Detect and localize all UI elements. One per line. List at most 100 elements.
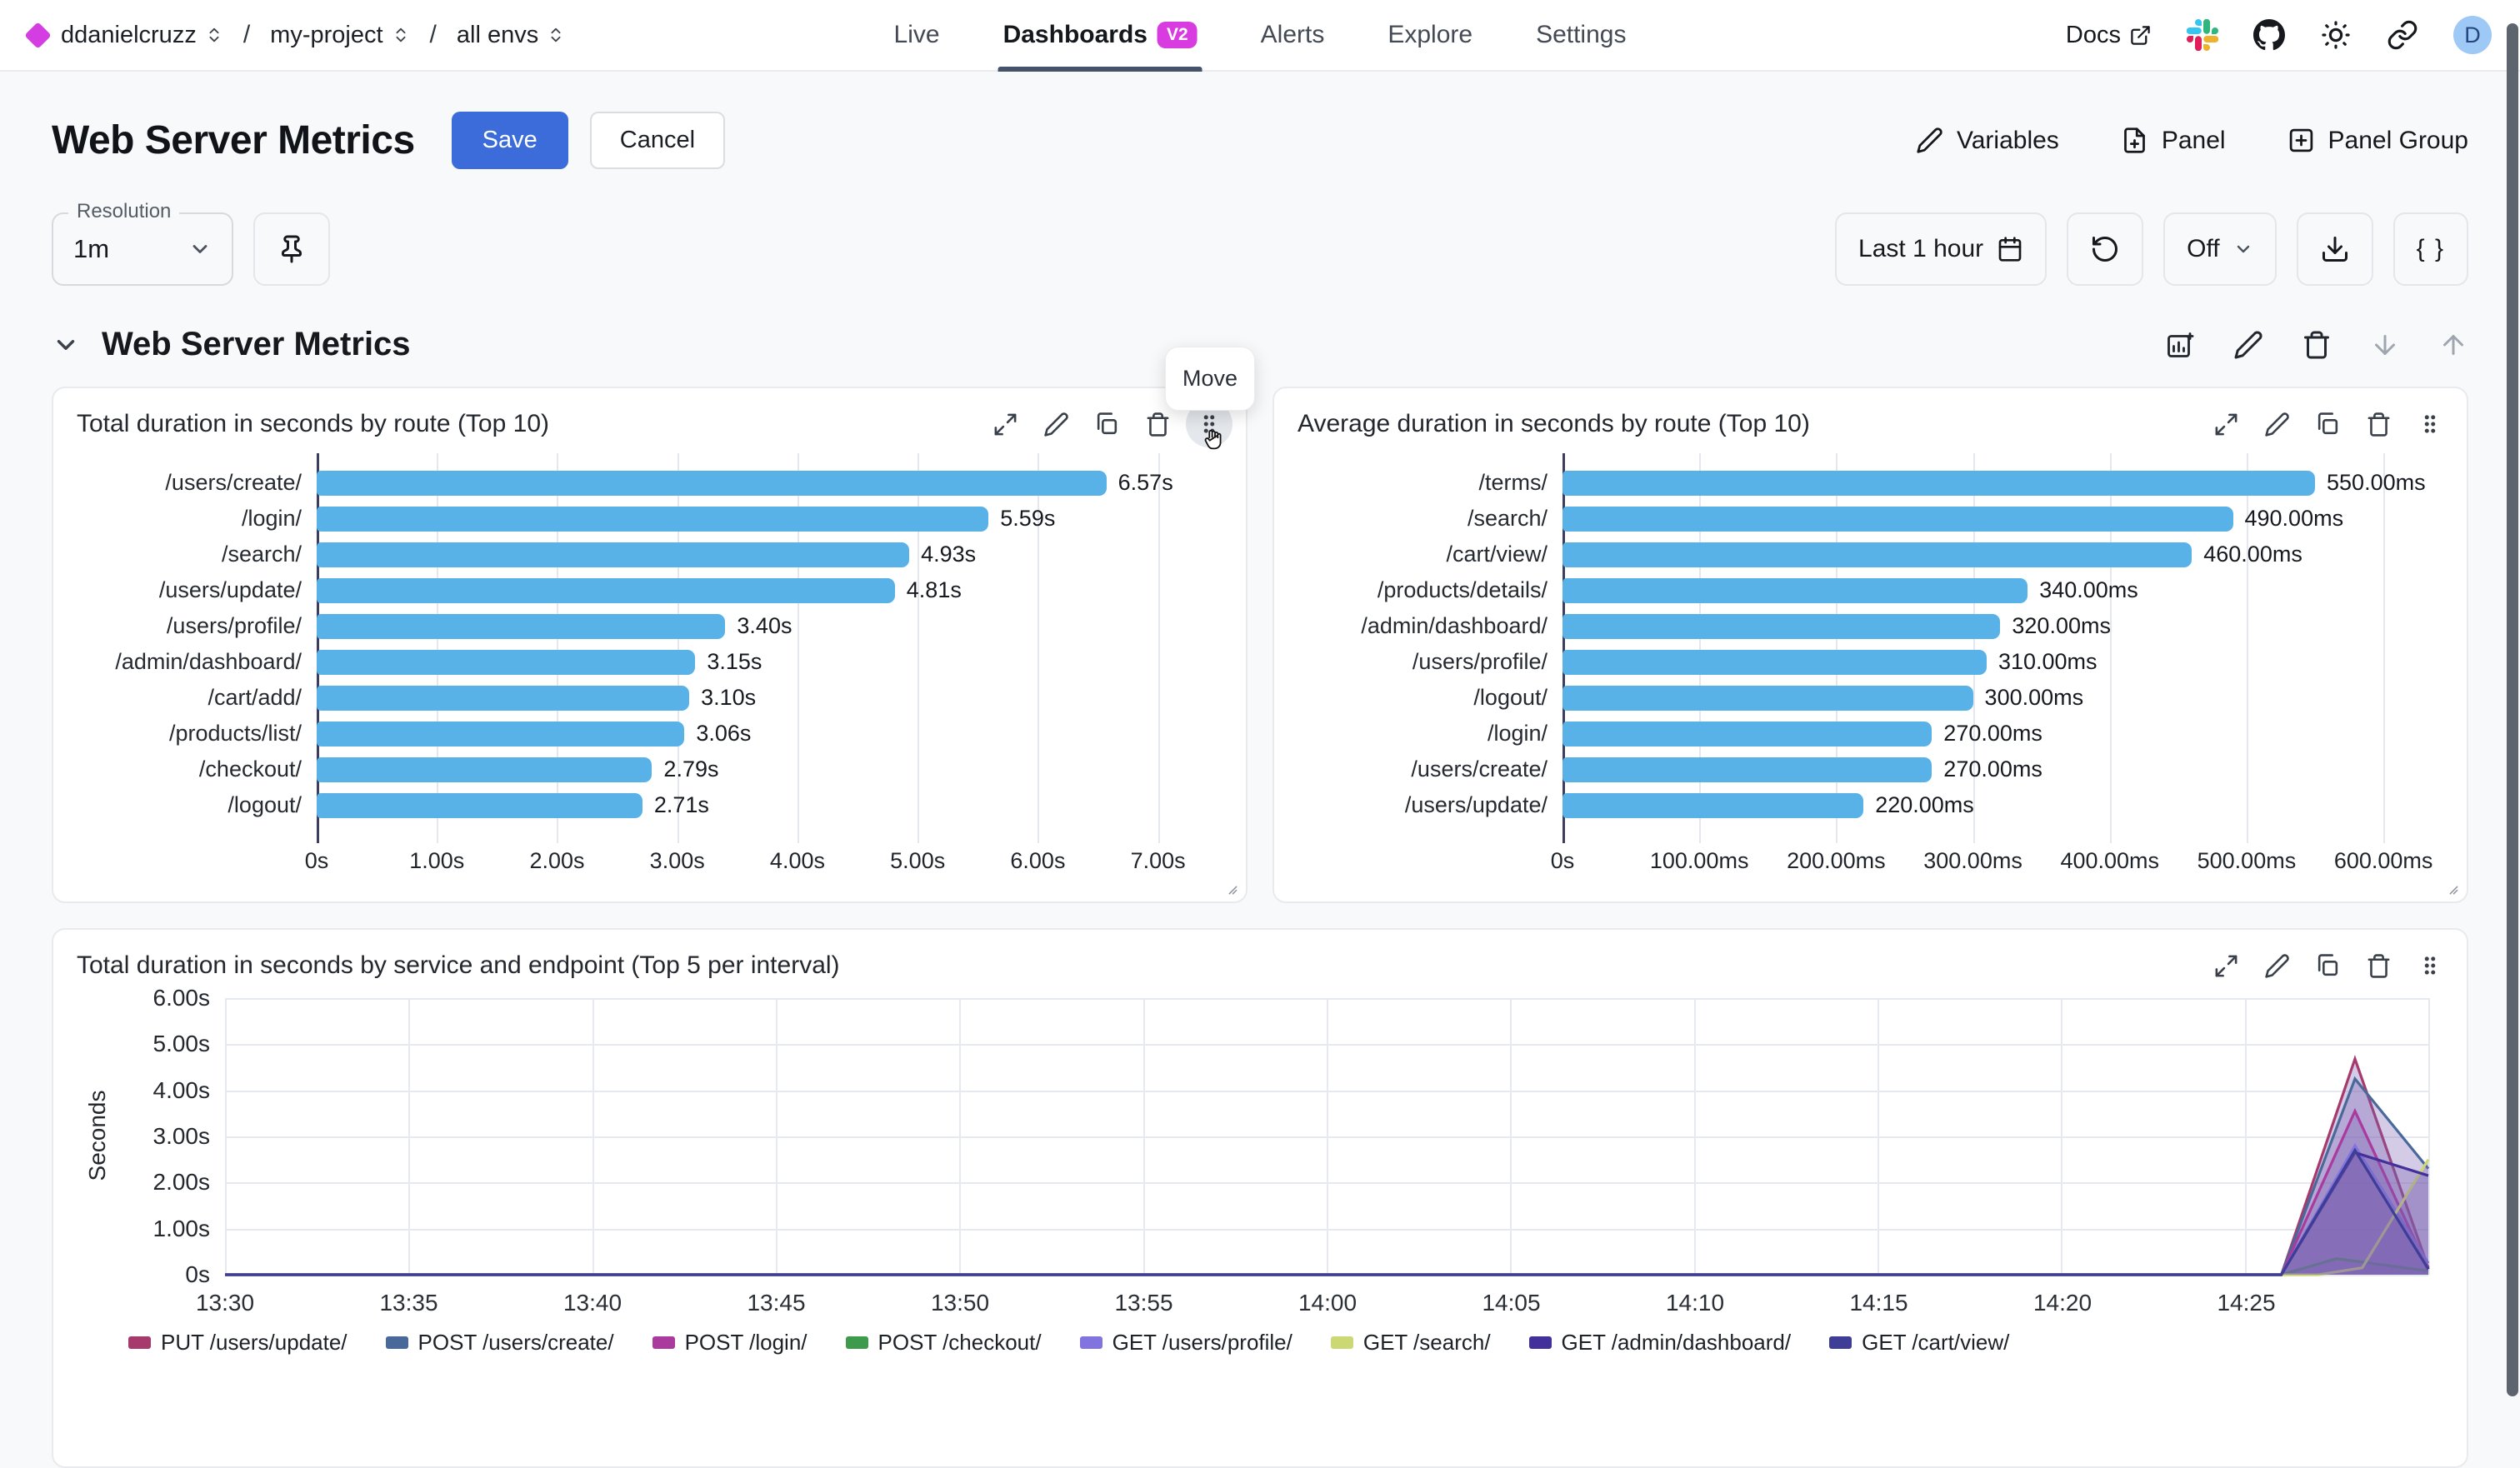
legend-item[interactable]: GET /cart/view/ bbox=[1829, 1330, 2009, 1356]
legend-item[interactable]: GET /search/ bbox=[1331, 1330, 1491, 1356]
legend-item[interactable]: POST /login/ bbox=[652, 1330, 808, 1356]
legend-item[interactable]: GET /admin/dashboard/ bbox=[1529, 1330, 1792, 1356]
tab-alerts[interactable]: Alerts bbox=[1256, 0, 1330, 70]
add-panel-group-button[interactable]: Panel Group bbox=[2288, 127, 2468, 155]
series-line-GET /users/profile/[interactable] bbox=[225, 1146, 2428, 1275]
legend-item[interactable]: POST /checkout/ bbox=[846, 1330, 1042, 1356]
series-line-GET /search/[interactable] bbox=[225, 1160, 2428, 1275]
code-button[interactable]: { } bbox=[2393, 212, 2468, 286]
bar[interactable] bbox=[1562, 471, 2315, 496]
bar[interactable] bbox=[1562, 757, 1932, 782]
breadcrumb-item-my-project[interactable]: my-project bbox=[270, 22, 409, 49]
pin-button[interactable] bbox=[253, 212, 330, 286]
duplicate-icon[interactable] bbox=[2315, 412, 2341, 437]
bar[interactable] bbox=[1562, 686, 1973, 711]
bar[interactable] bbox=[317, 542, 909, 567]
save-button[interactable]: Save bbox=[452, 112, 568, 169]
auto-refresh-select[interactable]: Off bbox=[2163, 212, 2276, 286]
series-line-POST /checkout/[interactable] bbox=[225, 1259, 2428, 1275]
bar[interactable] bbox=[1562, 507, 2233, 532]
series-area-POST /users/create/ bbox=[225, 1079, 2428, 1275]
bar[interactable] bbox=[317, 507, 988, 532]
bar[interactable] bbox=[1562, 578, 2028, 603]
series-line-GET /admin/dashboard/[interactable] bbox=[225, 1152, 2428, 1275]
docs-link[interactable]: Docs bbox=[2066, 22, 2152, 49]
drag-handle[interactable] bbox=[2407, 942, 2453, 989]
legend-item[interactable]: PUT /users/update/ bbox=[128, 1330, 348, 1356]
bar[interactable] bbox=[317, 578, 895, 603]
avatar[interactable]: D bbox=[2453, 16, 2492, 54]
edit-icon[interactable] bbox=[2264, 953, 2290, 979]
legend-item[interactable]: GET /users/profile/ bbox=[1080, 1330, 1292, 1356]
series-line-POST /login/[interactable] bbox=[225, 1111, 2428, 1275]
cancel-button[interactable]: Cancel bbox=[590, 112, 725, 169]
bar[interactable] bbox=[317, 757, 652, 782]
legend-label: PUT /users/update/ bbox=[161, 1330, 348, 1356]
bar-chart-total-duration: /users/create/6.57s/login/5.59s/search/4… bbox=[53, 445, 1246, 901]
slack-icon[interactable] bbox=[2187, 19, 2218, 51]
bar[interactable] bbox=[1562, 722, 1932, 746]
refresh-button[interactable] bbox=[2067, 212, 2143, 286]
trash-icon[interactable] bbox=[1145, 412, 1171, 437]
github-icon[interactable] bbox=[2253, 19, 2285, 51]
resize-handle-icon[interactable] bbox=[2443, 880, 2460, 896]
resolution-select[interactable]: Resolution 1m bbox=[52, 212, 233, 286]
bar[interactable] bbox=[1562, 650, 1987, 675]
vertical-scrollbar-thumb[interactable] bbox=[2507, 23, 2518, 1396]
tab-dashboards[interactable]: DashboardsV2 bbox=[998, 0, 1202, 70]
breadcrumb-item-ddanielcruzz[interactable]: ddanielcruzz bbox=[61, 22, 223, 49]
collapse-chevron-icon[interactable] bbox=[52, 331, 80, 359]
bar-value-label: 550.00ms bbox=[2327, 470, 2426, 496]
link-icon[interactable] bbox=[2387, 19, 2418, 51]
legend-swatch bbox=[1829, 1336, 1852, 1349]
edit-icon[interactable] bbox=[2233, 330, 2263, 360]
bar-category-label: /logout/ bbox=[67, 792, 317, 818]
bar[interactable] bbox=[1562, 614, 2000, 639]
nav-right: Docs D bbox=[2066, 16, 2492, 54]
edit-icon[interactable] bbox=[2264, 412, 2290, 437]
trash-icon[interactable] bbox=[2366, 953, 2392, 979]
bar-category-label: /cart/view/ bbox=[1288, 542, 1562, 567]
series-line-POST /users/create/[interactable] bbox=[225, 1079, 2428, 1275]
bar-category-label: /users/profile/ bbox=[67, 613, 317, 639]
trash-icon[interactable] bbox=[2366, 412, 2392, 437]
bar[interactable] bbox=[1562, 542, 2192, 567]
tab-settings[interactable]: Settings bbox=[1531, 0, 1631, 70]
bar[interactable] bbox=[1562, 793, 1863, 818]
bar[interactable] bbox=[317, 650, 695, 675]
bar[interactable] bbox=[317, 614, 725, 639]
expand-icon[interactable] bbox=[2213, 953, 2239, 979]
move-up-icon[interactable] bbox=[2438, 330, 2468, 360]
bar[interactable] bbox=[317, 793, 642, 818]
move-down-icon[interactable] bbox=[2370, 330, 2400, 360]
brand-diamond-icon[interactable] bbox=[24, 22, 52, 49]
add-chart-icon[interactable] bbox=[2165, 330, 2195, 360]
variables-button[interactable]: Variables bbox=[1916, 127, 2059, 155]
series-line-PUT /users/update/[interactable] bbox=[225, 1059, 2428, 1275]
resize-handle-icon[interactable] bbox=[1222, 880, 1239, 896]
time-range-button[interactable]: Last 1 hour bbox=[1835, 212, 2047, 286]
bar[interactable] bbox=[317, 686, 689, 711]
bar[interactable] bbox=[317, 722, 684, 746]
add-panel-button[interactable]: Panel bbox=[2121, 127, 2226, 155]
tab-explore[interactable]: Explore bbox=[1382, 0, 1478, 70]
download-button[interactable] bbox=[2297, 212, 2373, 286]
breadcrumb-item-all envs[interactable]: all envs bbox=[457, 22, 565, 49]
edit-icon[interactable] bbox=[1043, 412, 1069, 437]
brightness-theme-icon[interactable] bbox=[2320, 19, 2352, 51]
bar-row: /login/270.00ms bbox=[1288, 717, 2445, 751]
series-line-GET /cart/view/[interactable] bbox=[225, 1151, 2428, 1275]
bar-row: /users/profile/3.40s bbox=[67, 609, 1224, 644]
bar[interactable] bbox=[317, 471, 1107, 496]
duplicate-icon[interactable] bbox=[2315, 953, 2341, 979]
drag-handle[interactable] bbox=[2407, 401, 2453, 447]
tab-live[interactable]: Live bbox=[889, 0, 945, 70]
bar-row: /users/create/6.57s bbox=[67, 466, 1224, 501]
bar-category-label: /users/update/ bbox=[67, 577, 317, 603]
duplicate-icon[interactable] bbox=[1094, 412, 1120, 437]
expand-icon[interactable] bbox=[992, 412, 1018, 437]
trash-icon[interactable] bbox=[2302, 330, 2332, 360]
bar-row: /search/490.00ms bbox=[1288, 502, 2445, 537]
legend-item[interactable]: POST /users/create/ bbox=[386, 1330, 614, 1356]
expand-icon[interactable] bbox=[2213, 412, 2239, 437]
